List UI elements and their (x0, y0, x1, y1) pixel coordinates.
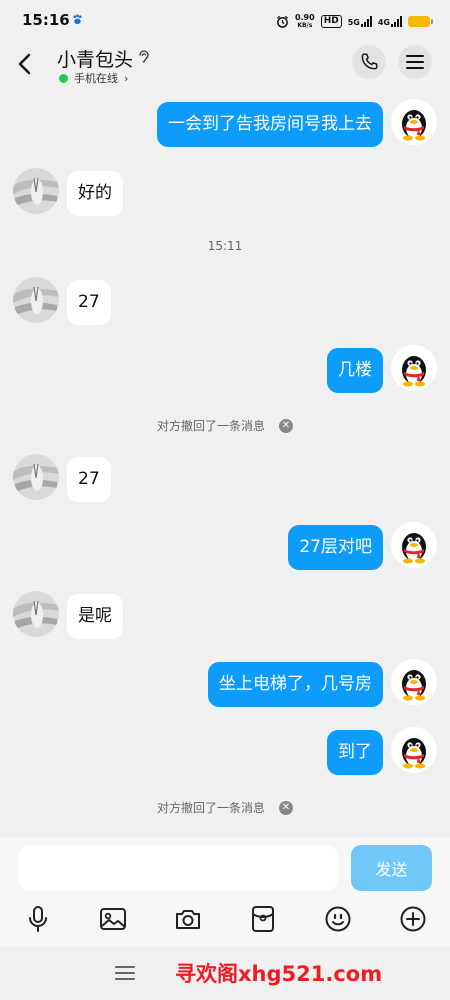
timestamp-divider: 15:11 (207, 239, 243, 253)
incoming-bubble[interactable]: 27 (67, 280, 111, 325)
message-row-outgoing: 一会到了告我房间号我上去 (0, 99, 450, 148)
outgoing-bubble[interactable]: 几楼 (327, 348, 383, 393)
image-icon (100, 908, 126, 930)
online-status[interactable]: 手机在线 › (59, 70, 128, 86)
outgoing-bubble[interactable]: 27层对吧 (288, 525, 383, 570)
emoji-button[interactable] (323, 904, 353, 934)
emoji-icon (325, 906, 351, 932)
contact-photo-icon (13, 168, 59, 214)
penguin-avatar-icon (391, 99, 437, 145)
photo-button[interactable] (98, 904, 128, 934)
signal-icon (360, 15, 372, 27)
penguin-avatar-icon (391, 727, 437, 773)
message-row-incoming: 27 (0, 277, 450, 326)
camera-icon (176, 910, 200, 929)
hd-badge: HD (320, 14, 342, 28)
outgoing-bubble[interactable]: 一会到了告我房间号我上去 (157, 102, 383, 147)
incoming-bubble[interactable]: 好的 (67, 171, 123, 216)
contact-avatar[interactable] (13, 277, 59, 323)
status-time: 15:16 (22, 11, 70, 29)
mic-icon (29, 906, 47, 932)
outgoing-bubble[interactable]: 到了 (327, 730, 383, 775)
message-row-outgoing: 坐上电梯了，几号房 (0, 659, 450, 708)
message-row-incoming: 好的 (0, 168, 450, 217)
net-speed-value: 0.90 (294, 12, 315, 22)
recall-notice: 对方撤回了一条消息 ✕ (0, 799, 450, 816)
contact-photo-icon (13, 454, 59, 500)
system-nav-bar: 寻欢阁xhg521.com (0, 946, 450, 1000)
penguin-avatar-icon (391, 345, 437, 391)
net-speed: 0.90 KB/s (294, 12, 315, 29)
message-row-incoming: 是呢 (0, 591, 450, 640)
message-input[interactable] (18, 845, 338, 891)
self-avatar[interactable] (391, 659, 437, 705)
red-packet-icon (252, 906, 274, 932)
message-row-outgoing: 到了 (0, 727, 450, 776)
sim1-label: 5G (347, 17, 360, 27)
chat-header: 小青包头 手机在线 › (0, 42, 450, 88)
alarm-icon (276, 15, 288, 28)
online-status-text: 手机在线 (74, 72, 118, 85)
close-icon[interactable]: ✕ (279, 800, 293, 815)
outgoing-bubble[interactable]: 坐上电梯了，几号房 (208, 662, 383, 707)
battery-icon (408, 15, 433, 27)
watermark-text: 寻欢阁xhg521.com (175, 962, 383, 986)
contact-photo-icon (13, 591, 59, 637)
contact-name[interactable]: 小青包头 (57, 45, 133, 72)
penguin-avatar-icon (391, 522, 437, 568)
recall-text: 对方撤回了一条消息 (156, 419, 265, 433)
signal-icon (391, 15, 402, 27)
recall-text: 对方撤回了一条消息 (156, 801, 265, 815)
contact-avatar[interactable] (13, 168, 59, 214)
self-avatar[interactable] (391, 99, 437, 145)
close-icon[interactable]: ✕ (279, 418, 293, 433)
status-indicators: 0.90 KB/s HD 5G 4G (276, 10, 433, 32)
contact-avatar[interactable] (13, 591, 59, 637)
phone-icon (361, 53, 378, 70)
online-dot (59, 73, 68, 83)
contact-avatar[interactable] (13, 454, 59, 500)
sim2-signal: 4G (377, 15, 402, 27)
message-row-incoming: 27 (0, 454, 450, 503)
message-row-outgoing: 几楼 (0, 345, 450, 394)
voice-call-button[interactable] (352, 45, 386, 79)
incoming-bubble[interactable]: 是呢 (67, 594, 123, 639)
penguin-avatar-icon (391, 659, 437, 705)
recent-apps-icon[interactable] (115, 965, 135, 981)
sim1-signal: 5G (347, 15, 372, 27)
incoming-bubble[interactable]: 27 (67, 457, 111, 502)
paw-notification-icon (73, 14, 82, 25)
more-functions-button[interactable] (398, 904, 428, 934)
net-speed-unit: KB/s (297, 21, 313, 29)
self-avatar[interactable] (391, 522, 437, 568)
camera-button[interactable] (173, 904, 203, 934)
red-packet-button[interactable] (248, 904, 278, 934)
send-button[interactable]: 发送 (351, 845, 432, 891)
back-arrow-icon[interactable] (12, 50, 40, 78)
plus-icon (400, 906, 426, 932)
contact-photo-icon (13, 277, 59, 323)
voice-input-button[interactable] (23, 904, 53, 934)
recall-notice: 对方撤回了一条消息 ✕ (0, 417, 450, 434)
self-avatar[interactable] (391, 345, 437, 391)
message-row-outgoing: 27层对吧 (0, 522, 450, 571)
chevron-right-icon: › (124, 71, 129, 85)
self-avatar[interactable] (391, 727, 437, 773)
input-area: 发送 (0, 838, 450, 946)
ear-icon (139, 50, 149, 63)
sim2-label: 4G (377, 17, 390, 27)
hamburger-menu-icon (406, 55, 424, 69)
status-bar: 15:16 0.90 KB/s HD 5G 4G (0, 0, 450, 42)
more-menu-button[interactable] (398, 45, 432, 79)
